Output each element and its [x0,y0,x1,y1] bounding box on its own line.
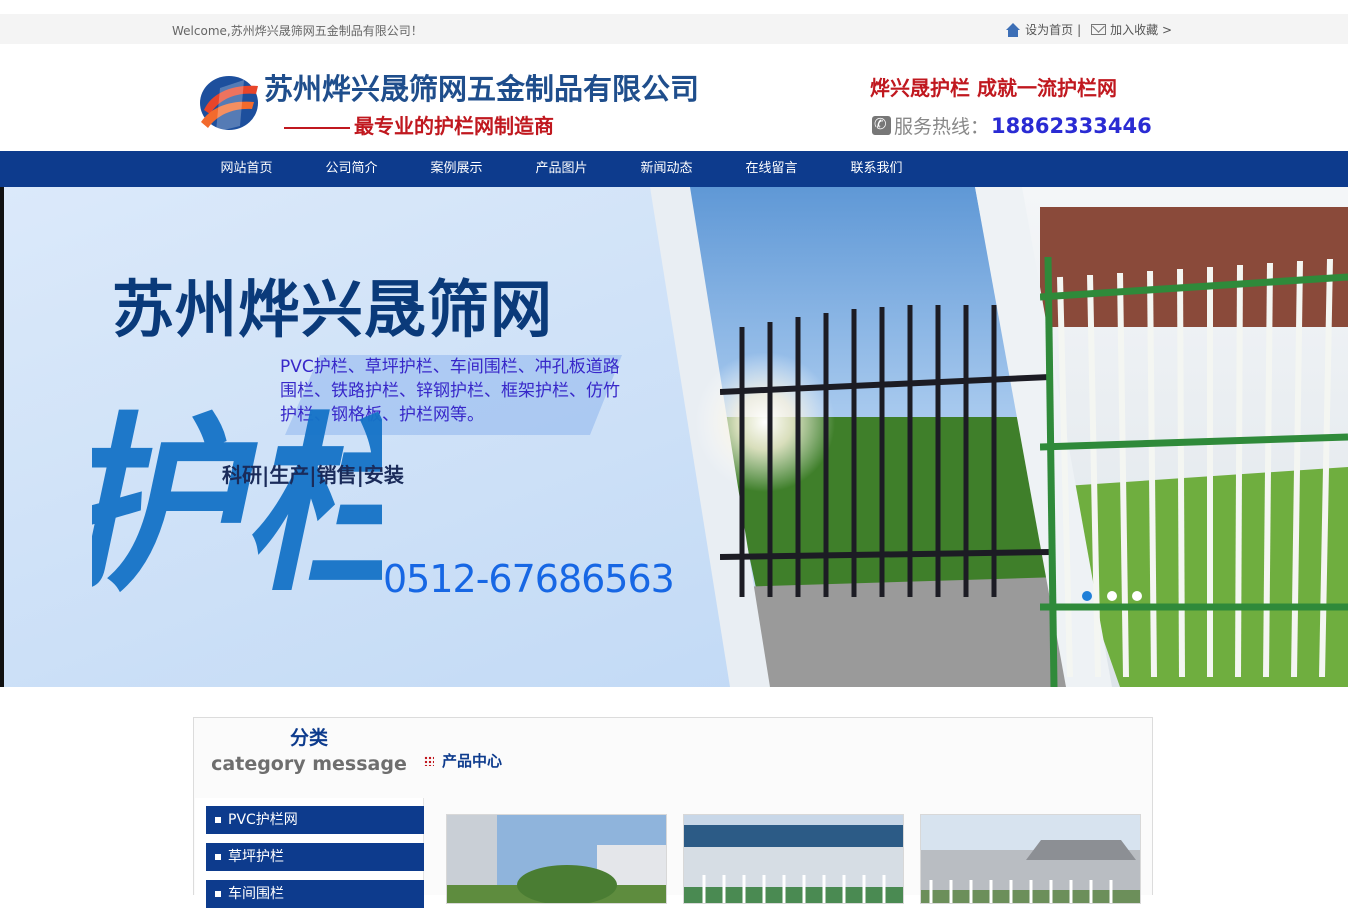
nav-item-contact[interactable]: 联系我们 [824,151,929,187]
main-nav: 网站首页 公司简介 案例展示 产品图片 新闻动态 在线留言 联系我们 [0,151,1348,187]
bookmark-link[interactable]: 加入收藏 > [1110,21,1172,38]
hotline-number: 18862333446 [991,113,1152,138]
iron-fence-image [720,305,1050,597]
company-logo[interactable] [198,74,260,132]
category-list: PVC护栏网 草坪护栏 车间围栏 [195,798,424,908]
hotline: 服务热线： 18862333446 [872,112,1152,139]
product-card[interactable] [920,814,1141,904]
banner-phone: 0512-67686563 [383,557,675,601]
hotline-label: 服务热线： [894,116,990,138]
product-grid [446,814,1141,904]
banner-title: 苏州烨兴晟筛网 [112,273,554,346]
site-header: 苏州烨兴晟筛网五金制品有限公司 最专业的护栏网制造商 烨兴晟护栏 成就一流护栏网… [0,44,1348,151]
slogan-text: 最专业的护栏网制造商 [354,114,554,138]
top-links-separator: | [1077,22,1082,37]
banner-big-calligraphy: 护栏 [92,395,382,618]
category-item-workshop[interactable]: 车间围栏 [206,880,424,908]
product-image [684,815,903,903]
company-name: 苏州烨兴晟筛网五金制品有限公司 [264,72,700,106]
nav-item-products[interactable]: 产品图片 [509,151,614,187]
category-header: 分类 category message [194,718,424,798]
green-fence-image [1040,257,1348,687]
banner-big-text: 护栏 [92,395,382,618]
hero-banner[interactable]: 苏州烨兴晟筛网 PVC护栏、草坪护栏、车间围栏、冲孔板道路围栏、铁路护栏、锌钢护… [0,187,1348,687]
top-links: 设为首页 | 加入收藏 > [1005,21,1172,38]
tagline: 烨兴晟护栏 成就一流护栏网 [870,76,1117,100]
mail-icon [1091,24,1107,35]
nav-item-cases[interactable]: 案例展示 [404,151,509,187]
nav-item-news[interactable]: 新闻动态 [614,151,719,187]
category-title-en: category message [211,753,407,775]
category-item-pvc[interactable]: PVC护栏网 [206,806,424,834]
product-image [447,815,666,903]
product-card[interactable] [683,814,904,904]
dots-grid-icon [424,755,434,766]
set-home-link[interactable]: 设为首页 [1025,21,1073,38]
slider-dot-1[interactable] [1082,591,1092,601]
welcome-text: Welcome,苏州烨兴晟筛网五金制品有限公司！ [172,24,423,38]
product-image [921,815,1140,903]
nav-item-message[interactable]: 在线留言 [719,151,824,187]
product-center-title[interactable]: 产品中心 [442,750,502,771]
category-item-lawn[interactable]: 草坪护栏 [206,843,424,871]
top-bar: Welcome,苏州烨兴晟筛网五金制品有限公司！ 设为首页 | 加入收藏 > [0,14,1348,44]
category-title-cn: 分类 [289,727,328,749]
slider-dots [1082,591,1142,601]
content-area: 分类 category message 产品中心 PVC护栏网 草坪护栏 车间围… [193,717,1153,908]
slogan-dash [284,126,350,129]
home-icon [1005,22,1021,37]
company-slogan: 最专业的护栏网制造商 [284,110,554,139]
product-card[interactable] [446,814,667,904]
banner-services: 科研|生产|销售|安装 [222,463,404,487]
slider-dot-3[interactable] [1132,591,1142,601]
nav-item-home[interactable]: 网站首页 [194,151,299,187]
phone-icon [872,115,891,135]
product-center-heading: 产品中心 [424,750,502,771]
slider-dot-2[interactable] [1107,591,1117,601]
nav-item-about[interactable]: 公司简介 [299,151,404,187]
